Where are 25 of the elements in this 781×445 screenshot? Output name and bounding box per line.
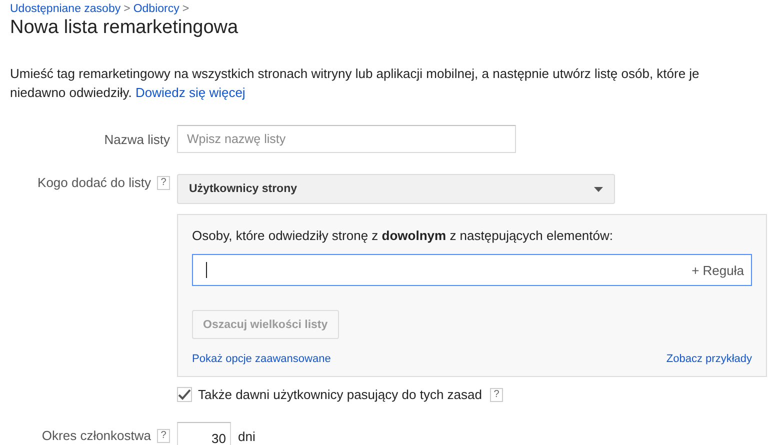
breadcrumb-link[interactable]: Odbiorcy <box>133 3 180 15</box>
advanced-options-link[interactable]: Pokaż opcje zaawansowane <box>192 353 331 365</box>
field-label: Okres członkostwa <box>42 428 151 443</box>
list-name-field[interactable]: Wpisz nazwę listy <box>177 125 516 153</box>
help-icon[interactable]: ? <box>490 388 503 402</box>
breadcrumb-link[interactable]: Udostępniane zasoby <box>10 3 121 15</box>
audience-dropdown[interactable]: Użytkownicy strony <box>177 174 615 204</box>
checkbox-label: Także dawni użytkownicy pasujący do tych zasad <box>198 387 482 402</box>
unit-label: dni <box>238 428 256 444</box>
field-label: Kogo dodać do listy <box>38 175 151 190</box>
help-icon[interactable]: ? <box>157 176 170 190</box>
description-text: Umieść tag remarketingowy na wszystkich stronach witryny lub aplikacji mobilnej, a następnie utwórz listę osób, które je niedawno odwiedziły. Dowiedz się więcej <box>10 65 700 102</box>
learn-more-link[interactable]: Dowiedz się więcej <box>136 85 246 100</box>
examples-link[interactable]: Zobacz przykłady <box>666 353 752 365</box>
field-label: Nazwa listy <box>104 132 170 146</box>
rule-input-field[interactable]: + Reguła <box>192 254 752 286</box>
breadcrumb-separator: > <box>182 3 190 15</box>
help-icon[interactable]: ? <box>157 428 170 442</box>
breadcrumb-separator: > <box>124 3 130 15</box>
page-title: Nowa lista remarketingowa <box>10 17 240 39</box>
rules-heading: Osoby, które odwiedziły stronę z dowolnym z następujących elementów: <box>192 228 614 243</box>
caret-icon <box>594 186 603 192</box>
add-rule-link[interactable]: + Reguła <box>692 262 744 278</box>
membership-days-field[interactable]: 30 <box>177 422 231 445</box>
checkbox[interactable] <box>177 387 192 402</box>
